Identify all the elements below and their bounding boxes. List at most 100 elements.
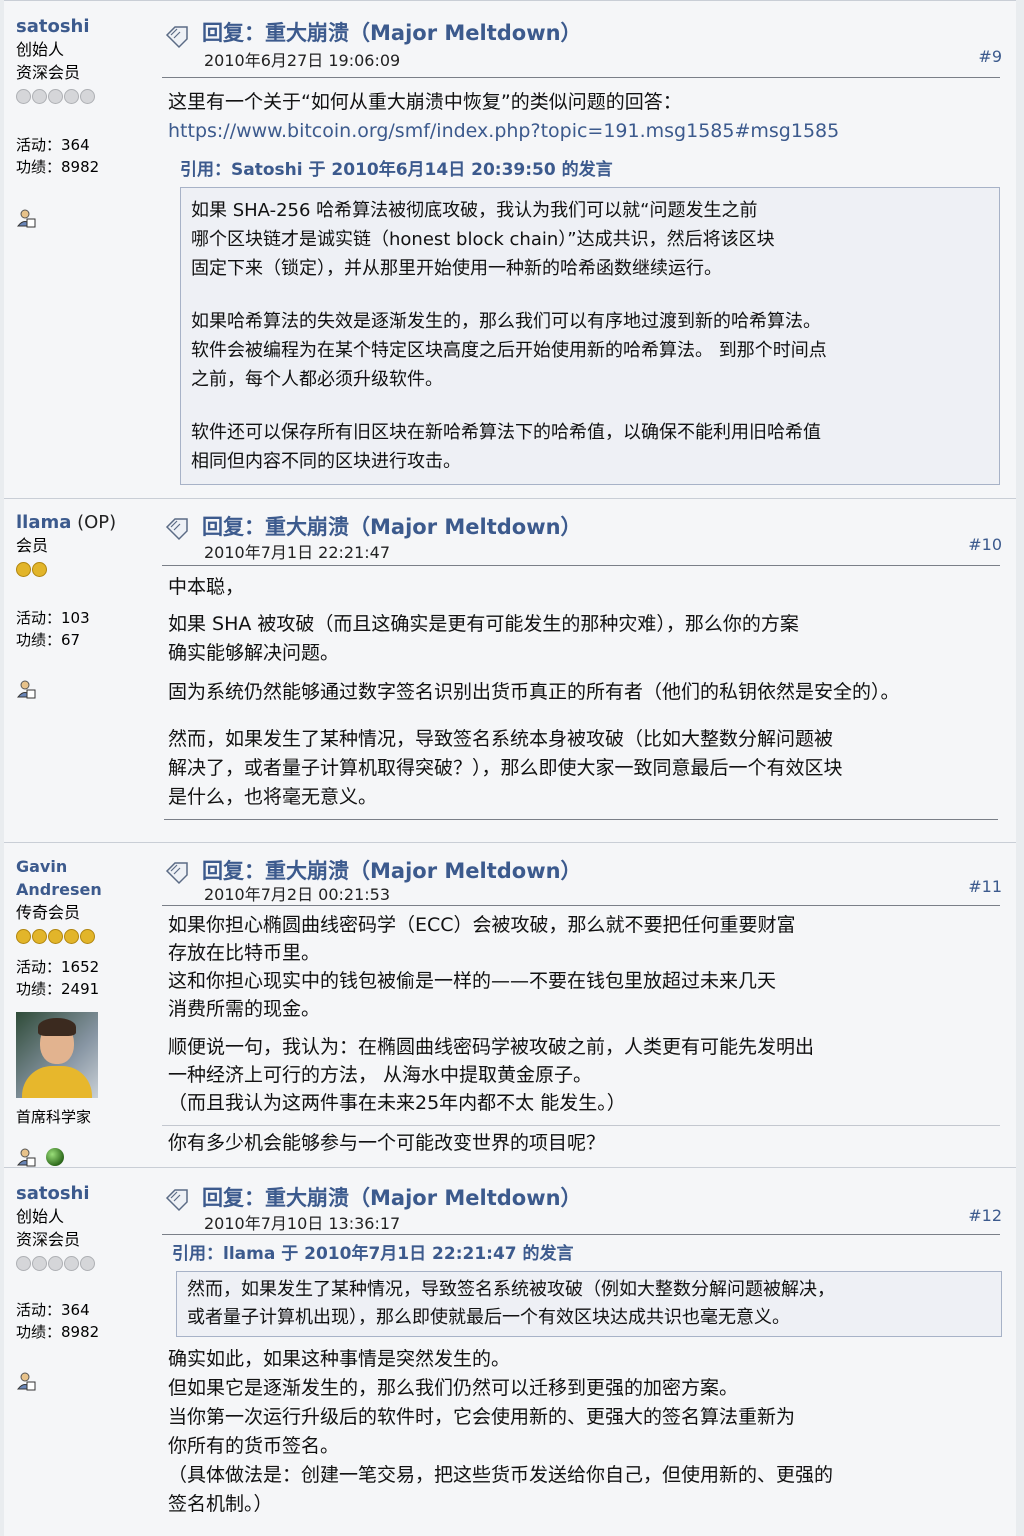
star-icon [48, 928, 63, 944]
signature-divider [162, 1125, 1000, 1126]
body-text: 如果你担心椭圆曲线密码学（ECC）会被攻破，那么就不要把任何重要财富 [168, 914, 796, 936]
divider [164, 819, 998, 820]
post-number[interactable]: #12 [968, 1206, 1002, 1225]
divider [162, 77, 1000, 78]
merit-count: 功绩：8982 [16, 1323, 100, 1341]
poster-name[interactable]: Gavin Andresen [16, 855, 156, 901]
post-number[interactable]: #9 [978, 47, 1002, 66]
star-icon [64, 1255, 79, 1271]
profile-icon[interactable] [16, 208, 36, 228]
poster-name[interactable]: satoshi [16, 1182, 156, 1205]
quote-text: 固定下来（锁定），并从那里开始使用一种新的哈希函数继续运行。 [191, 258, 722, 279]
body-text: 消费所需的现金。 [168, 998, 321, 1020]
post-topic-icon [165, 862, 188, 885]
body-text: 中本聪， [168, 576, 245, 598]
quote-text: 然而，如果发生了某种情况，导致签名系统被攻破（例如大整数分解问题被解决， [187, 1279, 835, 1300]
body-text: 你所有的货币签名。 [168, 1435, 340, 1457]
merit-count: 功绩：67 [16, 631, 81, 649]
body-text: 这里有一个关于“如何从重大崩溃中恢复”的类似问题的回答： [168, 91, 682, 113]
signature: 你有多少机会能够参与一个可能改变世界的项目呢？ [168, 1132, 606, 1154]
star-icon [32, 928, 47, 944]
post-date: 2010年7月10日 13:36:17 [204, 1214, 401, 1233]
profile-icon[interactable] [16, 1147, 36, 1167]
divider [162, 1234, 1000, 1235]
merit-count: 功绩：8982 [16, 158, 100, 176]
star-icon [80, 928, 95, 944]
op-badge: (OP) [71, 512, 117, 533]
post-number[interactable]: #10 [968, 535, 1002, 554]
star-icon [80, 88, 95, 104]
post-topic-icon [165, 26, 188, 49]
star-icon [48, 1255, 63, 1271]
post-12: satoshi 创始人 资深会员 活动：364 功绩：8982 回复：重大崩溃（… [4, 1167, 1016, 1536]
quote-text: 如果 SHA-256 哈希算法被彻底攻破，我认为我们可以就“问题发生之前 [191, 200, 758, 221]
rank-stars [16, 88, 156, 104]
divider [162, 905, 1000, 906]
quote-text: 哪个区块链才是诚实链（honest block chain）”达成共识，然后将该… [191, 229, 775, 250]
post-subject[interactable]: 回复：重大崩溃（Major Meltdown） [202, 1182, 582, 1212]
star-icon [32, 88, 47, 104]
activity-count: 活动：364 [16, 1301, 90, 1319]
website-globe-icon[interactable] [46, 1148, 64, 1166]
quote-block: 如果 SHA-256 哈希算法被彻底攻破，我认为我们可以就“问题发生之前 哪个区… [180, 187, 1000, 485]
post-date: 2010年7月2日 00:21:53 [204, 885, 391, 904]
activity-count: 活动：1652 [16, 958, 100, 976]
divider [162, 565, 1000, 566]
rank-stars [16, 561, 156, 577]
star-icon [48, 88, 63, 104]
poster-role: 创始人 [16, 40, 65, 59]
body-text: 一种经济上可行的方法， 从海水中提取黄金原子。 [168, 1064, 593, 1086]
body-text: 确实能够解决问题。 [168, 642, 340, 664]
quote-text: 相同但内容不同的区块进行攻击。 [191, 451, 461, 472]
avatar-hair [38, 1018, 76, 1036]
star-icon [16, 1255, 31, 1271]
custom-title: 首席科学家 [16, 1108, 92, 1126]
quote-text: 软件会被编程为在某个特定区块高度之后开始使用新的哈希算法。 到那个时间点 [191, 340, 827, 361]
post-body: 中本聪， 如果 SHA 被攻破（而且这确实是更有可能发生的那种灾难），那么你的方… [168, 573, 1008, 812]
activity-count: 活动：364 [16, 136, 90, 154]
quote-header[interactable]: 引用：llama 于 2010年7月1日 22:21:47 的发言 [172, 1240, 1008, 1269]
body-text: 这和你担心现实中的钱包被偷是一样的——不要在钱包里放超过未来几天 [168, 970, 777, 992]
post-topic-icon [165, 518, 188, 541]
poster-role: 会员 [16, 536, 49, 555]
quote-text: 如果哈希算法的失效是逐渐发生的，那么我们可以有序地过渡到新的哈希算法。 [191, 311, 821, 332]
post-subject[interactable]: 回复：重大崩溃（Major Meltdown） [202, 511, 582, 541]
body-text: 但如果它是逐渐发生的，那么我们仍然可以迁移到更强的加密方案。 [168, 1377, 739, 1399]
quote-header[interactable]: 引用：Satoshi 于 2010年6月14日 20:39:50 的发言 [180, 156, 1008, 185]
star-icon [32, 561, 47, 577]
post-9: satoshi 创始人 资深会员 活动：364 功绩：8982 回复：重大崩溃（… [4, 0, 1016, 498]
poster-info: satoshi 创始人 资深会员 活动：364 功绩：8982 [16, 1182, 156, 1397]
body-text: 存放在比特币里。 [168, 942, 321, 964]
body-text: 如果 SHA 被攻破（而且这确实是更有可能发生的那种灾难），那么你的方案 [168, 613, 799, 635]
post-number[interactable]: #11 [968, 877, 1002, 896]
body-text: （而且我认为这两件事在未来25年内都不太 能发生。） [168, 1092, 626, 1114]
merit-count: 功绩：2491 [16, 980, 100, 998]
body-text: 是什么，也将毫无意义。 [168, 786, 378, 808]
poster-info: satoshi 创始人 资深会员 活动：364 功绩：8982 [16, 15, 156, 234]
quote-text: 软件还可以保存所有旧区块在新哈希算法下的哈希值，以确保不能利用旧哈希值 [191, 422, 821, 443]
poster-name[interactable]: satoshi [16, 15, 156, 38]
post-10: llama (OP) 会员 活动：103 功绩：67 回复：重大崩溃（Major… [4, 498, 1016, 842]
profile-icon[interactable] [16, 1371, 36, 1391]
poster-name[interactable]: llama (OP) [16, 511, 156, 534]
body-text: 解决了，或者量子计算机取得突破？），那么即使大家一致同意最后一个有效区块 [168, 757, 843, 779]
post-body: 这里有一个关于“如何从重大崩溃中恢复”的类似问题的回答： https://www… [168, 88, 1008, 485]
body-text: 确实如此，如果这种事情是突然发生的。 [168, 1348, 511, 1370]
avatar[interactable] [16, 1012, 98, 1098]
star-icon [16, 88, 31, 104]
poster-rank: 资深会员 [16, 1230, 81, 1249]
post-body: 引用：llama 于 2010年7月1日 22:21:47 的发言 然而，如果发… [168, 1240, 1008, 1519]
rank-stars [16, 1255, 156, 1271]
star-icon [64, 88, 79, 104]
body-text: 签名机制。） [168, 1493, 273, 1515]
post-date: 2010年7月1日 22:21:47 [204, 543, 391, 562]
activity-count: 活动：103 [16, 609, 90, 627]
body-text: 固为系统仍然能够通过数字签名识别出货币真正的所有者（他们的私钥依然是安全的）。 [168, 681, 900, 703]
body-text: （具体做法是：创建一笔交易，把这些货币发送给你自己，但使用新的、更强的 [168, 1464, 834, 1486]
post-subject[interactable]: 回复：重大崩溃（Major Meltdown） [202, 17, 582, 47]
profile-icon[interactable] [16, 679, 36, 699]
star-icon [32, 1255, 47, 1271]
body-text: 然而，如果发生了某种情况，导致签名系统本身被攻破（比如大整数分解问题被 [168, 728, 834, 750]
topic-link[interactable]: https://www.bitcoin.org/smf/index.php?to… [168, 120, 839, 142]
post-11: Gavin Andresen 传奇会员 活动：1652 功绩：2491 首席科学… [4, 842, 1016, 1167]
